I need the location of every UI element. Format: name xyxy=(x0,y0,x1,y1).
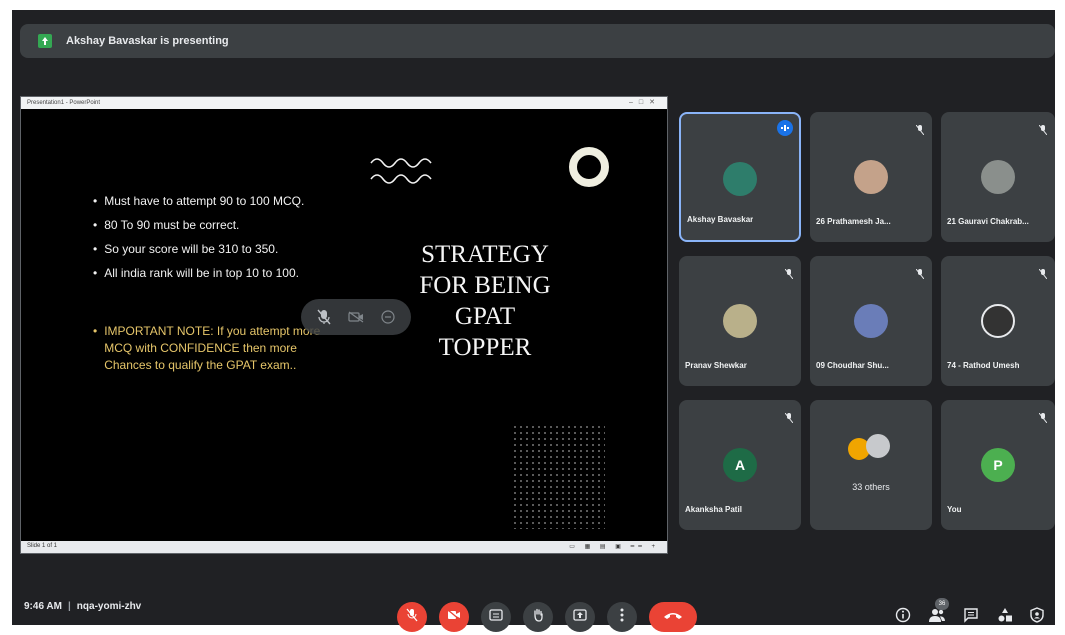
mic-off-icon xyxy=(1038,122,1048,140)
participant-name: 09 Choudhar Shu... xyxy=(816,361,889,370)
ring-decoration xyxy=(569,147,609,187)
participant-name: You xyxy=(947,505,962,514)
mic-off-icon xyxy=(915,122,925,140)
meeting-code: nqa-yomi-zhv xyxy=(76,601,142,612)
avatar xyxy=(981,304,1015,338)
people-button[interactable]: 36 xyxy=(924,598,950,630)
participant-tile[interactable]: Akshay Bavaskar xyxy=(679,112,801,242)
squiggle-decoration xyxy=(370,158,432,184)
present-button[interactable] xyxy=(565,602,595,632)
more-options-icon xyxy=(620,608,624,627)
slide-bullet-list: Must have to attempt 90 to 100 MCQ. 80 T… xyxy=(93,189,363,285)
mic-off-icon xyxy=(784,410,794,428)
participant-name: Akanksha Patil xyxy=(685,505,742,514)
slide-bullet: 80 To 90 must be correct. xyxy=(93,213,363,237)
slide-important-note: IMPORTANT NOTE: If you attempt more MCQ … xyxy=(93,323,333,374)
participant-count-badge: 36 xyxy=(935,598,949,610)
clock: 9:46 AM xyxy=(24,601,62,612)
shared-screen: Presentation1 - PowerPoint –□✕ Must have… xyxy=(20,96,668,554)
camera-off-icon xyxy=(447,608,461,626)
mic-off-icon[interactable] xyxy=(317,309,331,325)
mic-off-icon xyxy=(915,266,925,284)
participant-tile[interactable]: P You xyxy=(941,400,1055,530)
slide-bullet: So your score will be 310 to 350. xyxy=(93,237,363,261)
participant-tile[interactable]: Pranav Shewkar xyxy=(679,256,801,386)
chat-icon xyxy=(963,607,979,628)
slide-bullet: Must have to attempt 90 to 100 MCQ. xyxy=(93,189,363,213)
participant-tile[interactable]: 21 Gauravi Chakrab... xyxy=(941,112,1055,242)
meeting-details-button[interactable] xyxy=(890,604,916,630)
avatar: A xyxy=(723,448,757,482)
mic-toggle-button[interactable] xyxy=(397,602,427,632)
avatar xyxy=(723,304,757,338)
presenting-banner: Akshay Bavaskar is presenting xyxy=(20,24,1055,58)
stop-sharing-icon[interactable] xyxy=(381,310,395,324)
bottom-control-bar: 9:46 AM | nqa-yomi-zhv 36 xyxy=(12,570,1055,632)
speaking-indicator-icon xyxy=(777,120,793,136)
mic-off-icon xyxy=(1038,266,1048,284)
participant-tile[interactable]: 26 Prathamesh Ja... xyxy=(810,112,932,242)
mic-off-icon xyxy=(784,266,794,284)
activities-button[interactable] xyxy=(992,604,1018,630)
others-count: 33 others xyxy=(852,482,890,492)
shared-window-statusbar: Slide 1 of 1 ▭ ▦ ▤ ▣ ━━ + xyxy=(21,541,667,553)
avatar xyxy=(723,162,757,196)
end-call-icon xyxy=(663,608,683,626)
mic-off-icon xyxy=(1038,410,1048,428)
raise-hand-button[interactable] xyxy=(523,602,553,632)
shared-window-titlebar: Presentation1 - PowerPoint –□✕ xyxy=(21,97,667,109)
captions-button[interactable] xyxy=(481,602,511,632)
chat-button[interactable] xyxy=(958,604,984,630)
dot-grid-decoration xyxy=(513,425,605,529)
captions-icon xyxy=(489,608,503,626)
participant-tile[interactable]: 09 Choudhar Shu... xyxy=(810,256,932,386)
activities-icon xyxy=(997,607,1013,628)
slide-title: STRATEGY FOR BEING GPAT TOPPER xyxy=(419,241,551,361)
host-controls-button[interactable] xyxy=(1024,604,1050,630)
participant-name: 74 - Rathod Umesh xyxy=(947,361,1020,370)
leave-call-button[interactable] xyxy=(649,602,697,632)
participant-tile[interactable]: 74 - Rathod Umesh xyxy=(941,256,1055,386)
others-avatars xyxy=(848,434,894,468)
meeting-info: 9:46 AM | nqa-yomi-zhv xyxy=(24,601,142,612)
avatar xyxy=(981,160,1015,194)
present-to-all-icon xyxy=(34,30,56,52)
shared-window-title: Presentation1 - PowerPoint xyxy=(27,100,101,106)
present-icon xyxy=(573,608,587,626)
window-controls: –□✕ xyxy=(629,99,661,106)
presentation-slide: Must have to attempt 90 to 100 MCQ. 80 T… xyxy=(21,109,667,541)
avatar: P xyxy=(981,448,1015,482)
camera-off-icon[interactable] xyxy=(348,311,364,323)
participant-name: Pranav Shewkar xyxy=(685,361,747,370)
participant-tile[interactable]: A Akanksha Patil xyxy=(679,400,801,530)
others-tile[interactable]: 33 others xyxy=(810,400,932,530)
slide-counter: Slide 1 of 1 xyxy=(27,543,58,549)
raise-hand-icon xyxy=(532,608,544,627)
meet-window: Akshay Bavaskar is presenting Presentati… xyxy=(12,10,1055,632)
presenter-floating-controls xyxy=(301,299,411,335)
participant-name: 21 Gauravi Chakrab... xyxy=(947,217,1029,226)
view-controls: ▭ ▦ ▤ ▣ ━━ + xyxy=(569,544,659,550)
more-options-button[interactable] xyxy=(607,602,637,632)
info-icon xyxy=(895,607,911,628)
presenting-text: Akshay Bavaskar is presenting xyxy=(66,35,229,47)
host-controls-icon xyxy=(1030,606,1044,628)
avatar xyxy=(854,304,888,338)
mic-off-icon xyxy=(406,608,418,627)
participant-name: Akshay Bavaskar xyxy=(687,215,754,224)
camera-toggle-button[interactable] xyxy=(439,602,469,632)
avatar xyxy=(854,160,888,194)
slide-bullet: All india rank will be in top 10 to 100. xyxy=(93,261,363,285)
participant-name: 26 Prathamesh Ja... xyxy=(816,217,891,226)
